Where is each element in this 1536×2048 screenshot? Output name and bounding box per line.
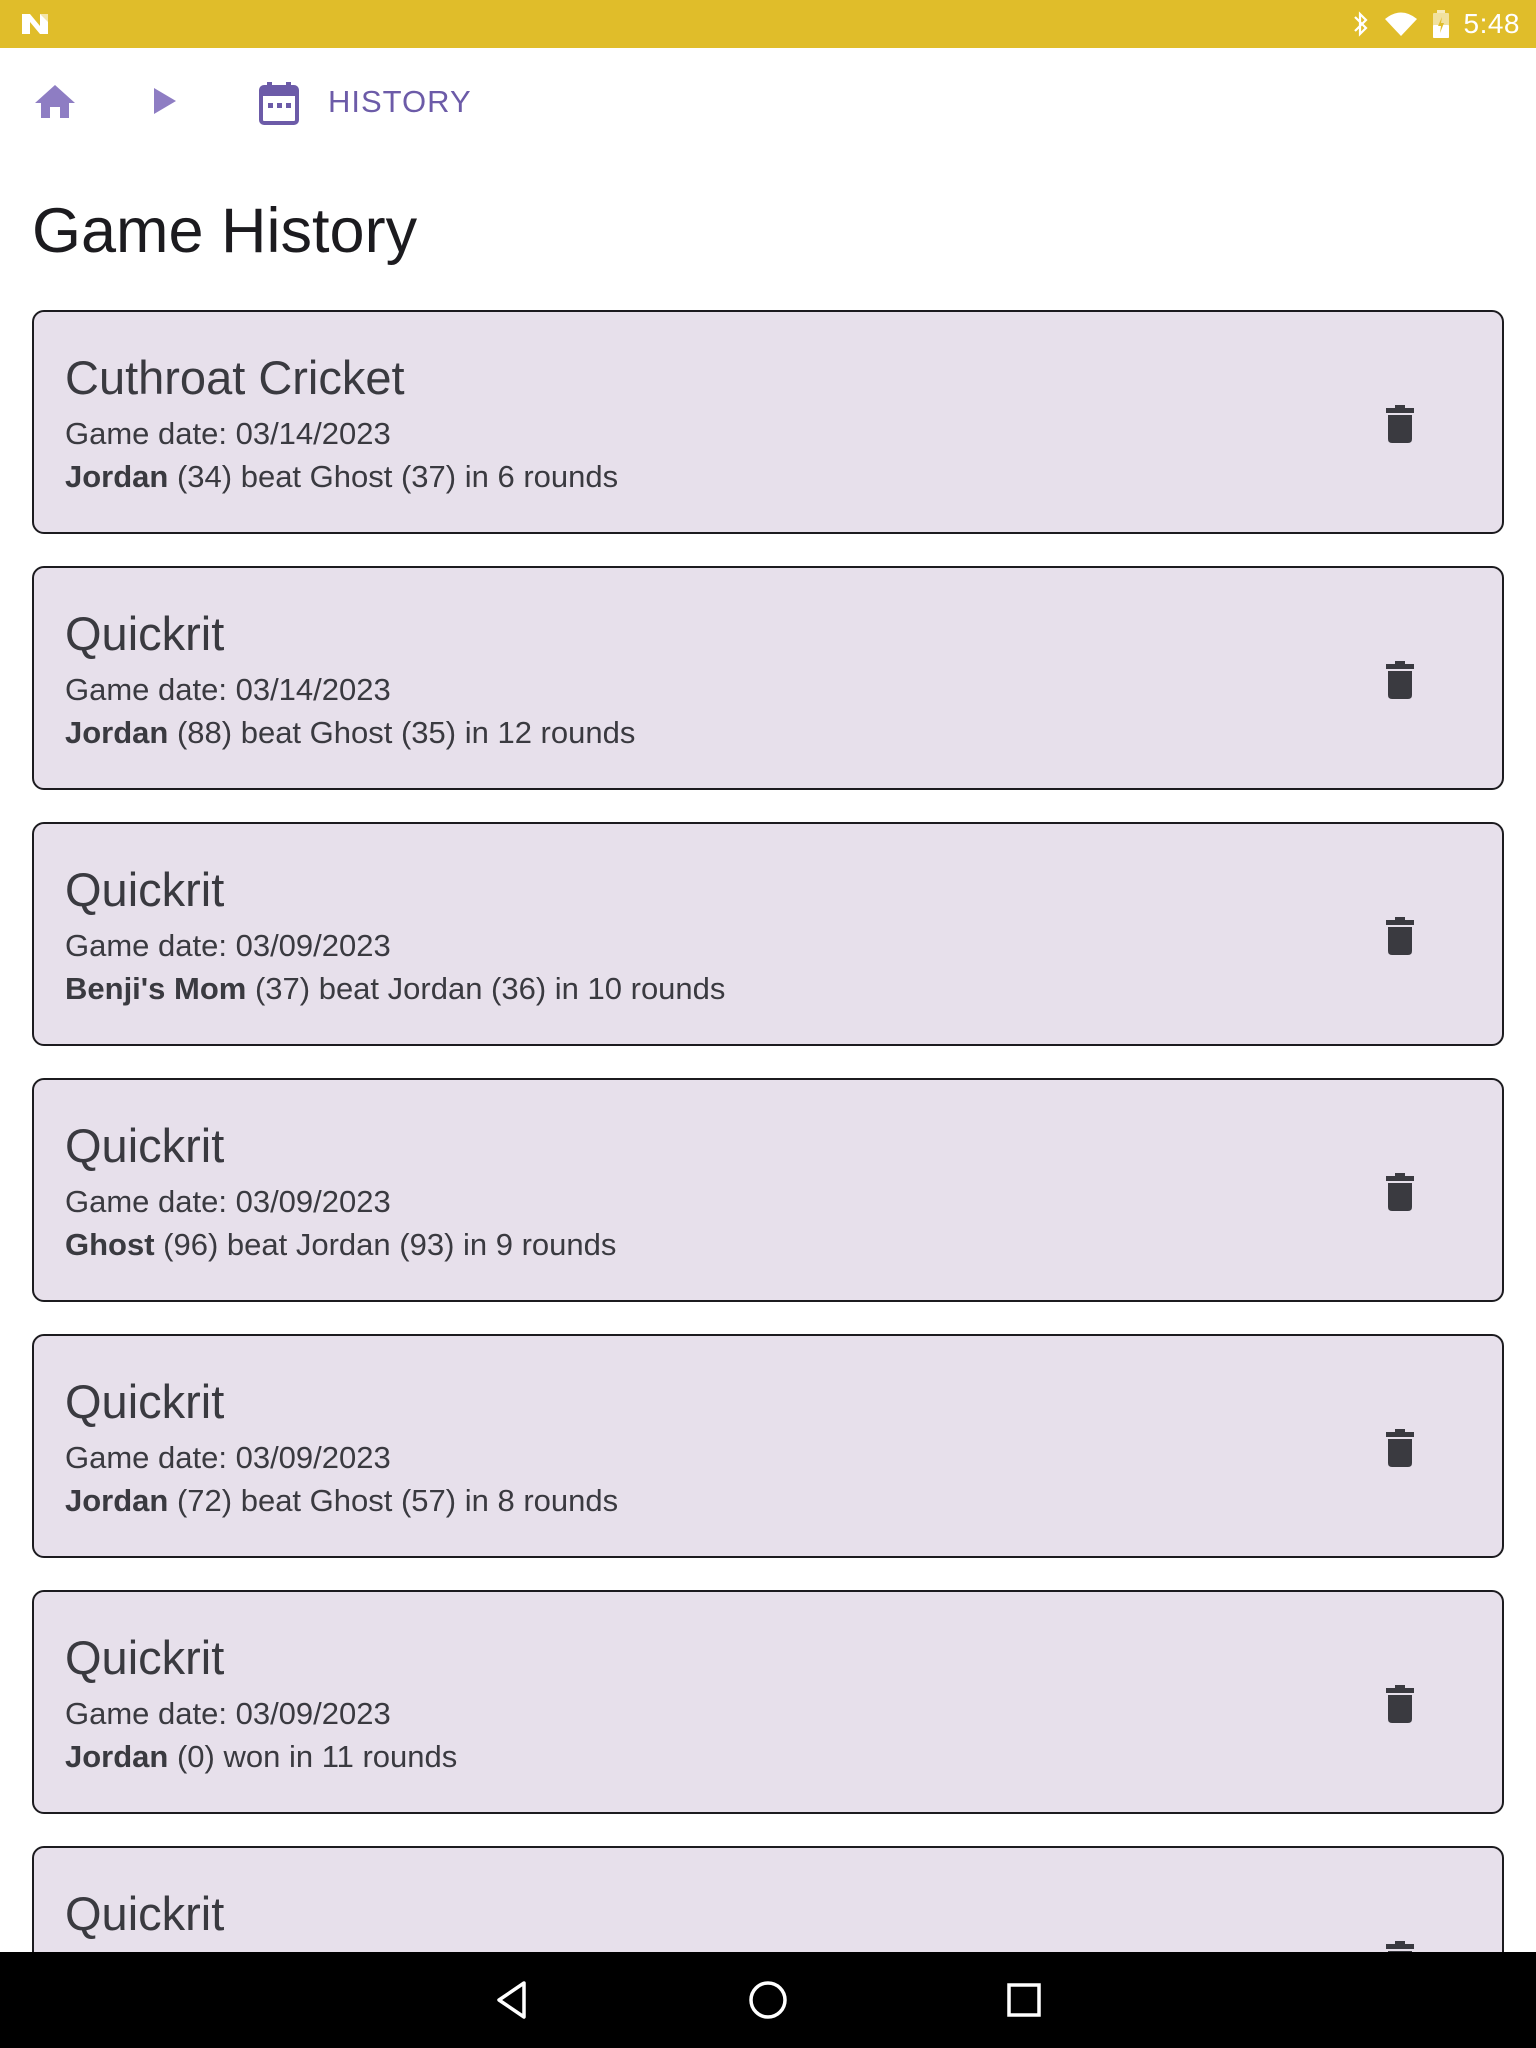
play-arrow-icon xyxy=(154,88,176,114)
trash-icon xyxy=(1386,1941,1414,1952)
game-winner: Jordan xyxy=(65,1739,169,1774)
game-result-detail: (88) beat Ghost (35) in 12 rounds xyxy=(168,715,636,750)
game-date: Game date: 03/09/2023 xyxy=(65,1184,391,1219)
n-logo-icon xyxy=(22,14,48,34)
nav-back-button[interactable] xyxy=(490,1978,534,2022)
delete-button[interactable] xyxy=(1378,1424,1422,1472)
game-result: Benji's Mom (37) beat Jordan (36) in 10 … xyxy=(65,973,725,1004)
game-date: Game date: 03/14/2023 xyxy=(65,416,391,451)
game-result: Jordan (34) beat Ghost (37) in 6 rounds xyxy=(65,461,618,492)
status-bar: 5:48 xyxy=(0,0,1536,48)
game-date: Game date: 03/09/2023 xyxy=(65,1696,391,1731)
trash-icon xyxy=(1386,1173,1414,1211)
delete-button[interactable] xyxy=(1378,1680,1422,1728)
battery-icon xyxy=(1432,10,1449,38)
status-icons: 5:48 xyxy=(1352,0,1521,48)
game-result-detail: (0) won in 11 rounds xyxy=(168,1739,458,1774)
game-title: Quickrit xyxy=(65,1631,225,1684)
game-winner: Ghost xyxy=(65,1227,155,1262)
game-card[interactable]: Quickrit Game date: 03/14/2023 Jordan (8… xyxy=(32,566,1504,790)
home-circle-icon xyxy=(749,1981,787,2019)
game-result: Jordan (72) beat Ghost (57) in 8 rounds xyxy=(65,1485,618,1516)
game-result-detail: (34) beat Ghost (37) in 6 rounds xyxy=(168,459,619,494)
delete-button[interactable] xyxy=(1378,656,1422,704)
breadcrumb-history-label[interactable]: HISTORY xyxy=(328,84,472,120)
trash-icon xyxy=(1386,917,1414,955)
game-title: Quickrit xyxy=(65,1887,225,1940)
game-card[interactable]: Quickrit Game date: 03/09/2023 Jordan (7… xyxy=(32,1334,1504,1558)
game-title: Quickrit xyxy=(65,863,225,916)
delete-button[interactable] xyxy=(1378,400,1422,448)
breadcrumb-history[interactable] xyxy=(258,81,300,125)
game-card[interactable]: Quickrit Game date: 03/09/2023 Ghost (96… xyxy=(32,1078,1504,1302)
game-title: Quickrit xyxy=(65,1375,225,1428)
breadcrumb-home[interactable] xyxy=(34,83,76,119)
game-title: Quickrit xyxy=(65,607,225,660)
delete-button[interactable] xyxy=(1378,1936,1422,1952)
game-card[interactable]: Quickrit Game date: 03/09/2023 Jordan (0… xyxy=(32,1590,1504,1814)
game-result: Jordan (88) beat Ghost (35) in 12 rounds xyxy=(65,717,635,748)
game-winner: Benji's Mom xyxy=(65,971,247,1006)
trash-icon xyxy=(1386,405,1414,443)
game-result-detail: (72) beat Ghost (57) in 8 rounds xyxy=(168,1483,619,1518)
breadcrumb: HISTORY xyxy=(0,48,1536,158)
game-date: Game date: 03/14/2023 xyxy=(65,672,391,707)
wifi-icon xyxy=(1384,12,1417,36)
trash-icon xyxy=(1386,1429,1414,1467)
trash-icon xyxy=(1386,1685,1414,1723)
game-result-detail: (96) beat Jordan (93) in 9 rounds xyxy=(154,1227,617,1262)
status-time: 5:48 xyxy=(1463,8,1520,39)
nav-recents-button[interactable] xyxy=(1002,1978,1046,2022)
back-icon xyxy=(497,1981,526,2019)
game-title: Quickrit xyxy=(65,1119,225,1172)
game-winner: Jordan xyxy=(65,1483,169,1518)
game-result: Jordan (0) won in 11 rounds xyxy=(65,1741,457,1772)
game-result-detail: (37) beat Jordan (36) in 10 rounds xyxy=(246,971,726,1006)
game-winner: Jordan xyxy=(65,715,169,750)
trash-icon xyxy=(1386,661,1414,699)
page-title: Game History xyxy=(32,196,418,266)
home-icon xyxy=(35,85,75,118)
game-card[interactable]: Cuthroat Cricket Game date: 03/14/2023 J… xyxy=(32,310,1504,534)
navigation-bar xyxy=(0,1952,1536,2048)
delete-button[interactable] xyxy=(1378,912,1422,960)
game-result: Ghost (96) beat Jordan (93) in 9 rounds xyxy=(65,1229,616,1260)
breadcrumb-separator xyxy=(152,86,178,116)
bluetooth-icon xyxy=(1353,11,1368,37)
game-card[interactable]: Quickrit Game date: 03/09/2023 Benji's M… xyxy=(32,822,1504,1046)
nav-home-button[interactable] xyxy=(746,1978,790,2022)
game-title: Cuthroat Cricket xyxy=(65,351,405,404)
game-winner: Jordan xyxy=(65,459,169,494)
game-card[interactable]: Quickrit xyxy=(32,1846,1504,1952)
calendar-icon xyxy=(259,82,299,125)
game-date: Game date: 03/09/2023 xyxy=(65,928,391,963)
game-date: Game date: 03/09/2023 xyxy=(65,1440,391,1475)
delete-button[interactable] xyxy=(1378,1168,1422,1216)
recents-icon xyxy=(1007,1983,1041,2017)
game-history-list[interactable]: Cuthroat Cricket Game date: 03/14/2023 J… xyxy=(32,310,1504,1952)
